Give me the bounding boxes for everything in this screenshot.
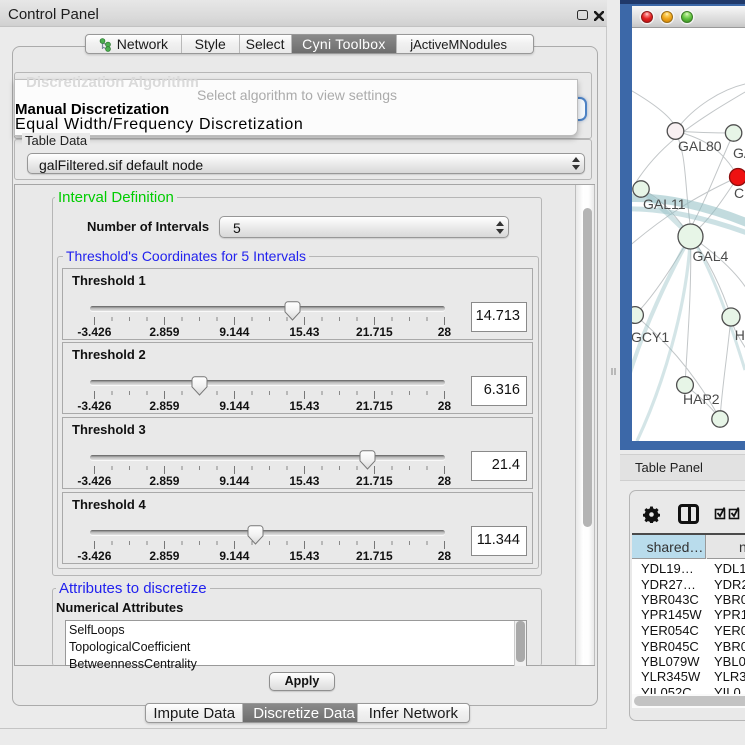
- svg-text:GAL80: GAL80: [678, 138, 722, 154]
- svg-text:HAP2: HAP2: [683, 391, 720, 407]
- svg-text:C: C: [734, 185, 744, 201]
- svg-text:H: H: [735, 327, 745, 343]
- svg-text:GCY1: GCY1: [632, 329, 669, 345]
- svg-text:GAL4: GAL4: [693, 248, 729, 264]
- svg-text:GA: GA: [733, 145, 745, 161]
- svg-text:GAL11: GAL11: [643, 196, 686, 212]
